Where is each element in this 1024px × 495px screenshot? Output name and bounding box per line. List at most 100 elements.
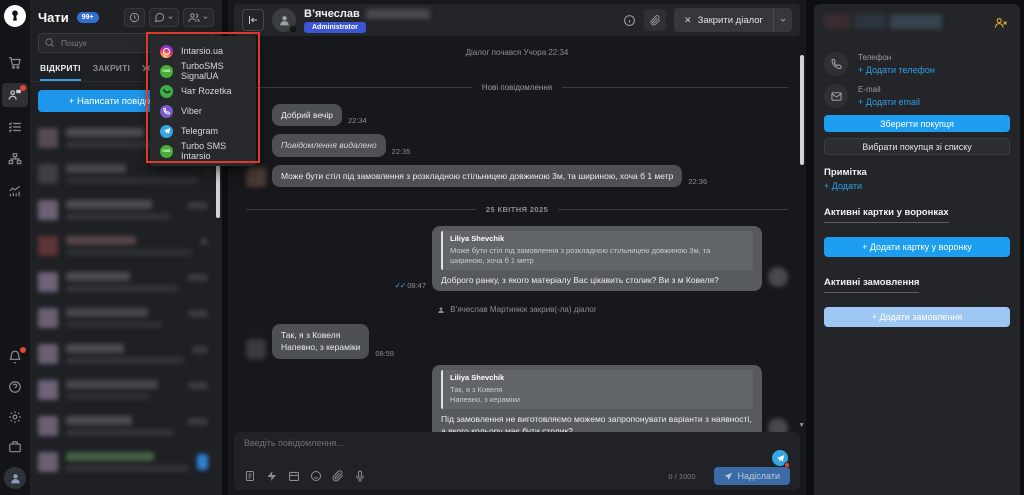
voice-icon[interactable]: [354, 470, 366, 482]
template-icon[interactable]: [244, 470, 256, 482]
telegram-icon[interactable]: [772, 450, 788, 466]
customer-card: Телефон + Додати телефон E-mail + Додати…: [814, 4, 1020, 495]
funnels-icon[interactable]: [2, 147, 28, 171]
chat-row[interactable]: [30, 264, 222, 300]
contact-avatar: [272, 8, 296, 32]
agent-avatar-blurred: [768, 267, 788, 287]
tab-open[interactable]: ВІДКРИТІ: [40, 63, 81, 81]
message-incoming: Так, я з Ковеля Напевно, з кераміки 08:5…: [246, 324, 788, 359]
collapse-sidebar-button[interactable]: [242, 9, 264, 31]
mail-icon: [824, 84, 848, 108]
chats-unread-dot: [20, 85, 26, 91]
users-icon: [188, 12, 200, 24]
help-icon[interactable]: [2, 375, 28, 399]
calendar-icon[interactable]: [288, 470, 300, 482]
add-funnel-card-button[interactable]: + Додати картку у воронку: [824, 237, 1010, 257]
channel-option[interactable]: Intarsio.ua: [150, 41, 256, 61]
channel-option[interactable]: SMS Turbo SMS Intarsio: [150, 141, 256, 161]
close-dialog-more-button[interactable]: [774, 8, 792, 32]
keycrm-app: Чати 99+ ВІДКРИТІ ЗАКРИТІ УСІ: [0, 0, 1024, 495]
add-phone-link[interactable]: + Додати телефон: [858, 65, 935, 75]
close-dialog-button-group: ✕ Закрити діалог: [674, 8, 792, 32]
profile-avatar[interactable]: [4, 467, 26, 489]
agent-avatar-blurred: [768, 418, 788, 432]
message-incoming: Добрий вечір 22:34: [246, 104, 788, 126]
close-dialog-button[interactable]: ✕ Закрити діалог: [674, 8, 773, 32]
message-incoming: Може бути стіл під замовлення з розкладн…: [246, 165, 788, 187]
message-composer: 0 / 1000 Надіслати: [234, 432, 800, 490]
dialog-closed-event: В’ячеслав Мартинюк закрив(-ла) діалог: [246, 305, 788, 314]
date-divider: 25 КВІТНЯ 2025: [246, 205, 788, 214]
message-time: 08:59: [375, 349, 394, 358]
telegram-channel-icon: [160, 125, 173, 138]
channel-sub-badge: [289, 25, 298, 34]
message-incoming: Повідомлення видалено 22:35: [246, 134, 788, 156]
message-bubble: Так, я з Ковеля Напевно, з кераміки: [272, 324, 369, 359]
chevron-down-icon: [779, 16, 787, 24]
chat-row[interactable]: [30, 300, 222, 336]
add-note-link[interactable]: + Додати: [824, 181, 1010, 191]
attach-icon[interactable]: [332, 470, 344, 482]
message-time: 22:34: [348, 116, 367, 125]
channel-option[interactable]: Viber: [150, 101, 256, 121]
assignee-filter-button[interactable]: [183, 8, 214, 27]
tasks-icon[interactable]: [2, 115, 28, 139]
chat-list-header: Чати 99+: [30, 0, 222, 33]
dialog-started-note: Діалог почався Учора 22:34: [246, 48, 788, 57]
message-bubble: Може бути стіл під замовлення з розкладн…: [272, 165, 682, 187]
chat-row[interactable]: [30, 336, 222, 372]
message-time: 22:35: [392, 147, 411, 156]
channel-option[interactable]: Чат Rozetka: [150, 81, 256, 101]
chat-row[interactable]: [30, 192, 222, 228]
quick-reply-icon[interactable]: [266, 470, 278, 482]
choose-customer-button[interactable]: Вибрати покупця зі списку: [824, 138, 1010, 155]
history-filter-button[interactable]: [124, 8, 145, 27]
unread-count-badge: 99+: [77, 12, 99, 23]
products-icon[interactable]: [2, 435, 28, 459]
channel-dropdown: Intarsio.ua SMS TurboSMS SignalUA Чат Ro…: [150, 36, 256, 166]
messages-scrollbar[interactable]: [800, 55, 804, 165]
save-customer-button[interactable]: Зберегти покупця: [824, 115, 1010, 132]
scroll-down-icon[interactable]: ▼: [798, 422, 805, 429]
chat-row[interactable]: [30, 228, 222, 264]
keycrm-logo[interactable]: [4, 5, 26, 27]
search-icon: [44, 37, 55, 48]
send-button[interactable]: Надіслати: [714, 467, 790, 485]
info-icon[interactable]: [623, 14, 636, 27]
read-checks-icon: ✓✓: [395, 281, 406, 290]
add-order-button[interactable]: + Додати замовлення: [824, 307, 1010, 327]
sms-channel-icon: SMS: [160, 145, 173, 158]
paperclip-icon: [650, 15, 661, 26]
settings-icon[interactable]: [2, 405, 28, 429]
cart-icon[interactable]: [2, 51, 28, 75]
chats-icon[interactable]: [2, 83, 28, 107]
customer-identity-redacted: [824, 14, 1010, 44]
chat-row[interactable]: [30, 408, 222, 444]
new-messages-divider: Нові повідомлення: [246, 83, 788, 92]
chevron-down-icon: [167, 14, 174, 21]
message-time: 22:36: [688, 177, 707, 186]
sms-channel-icon: SMS: [160, 65, 173, 78]
channel-option[interactable]: SMS TurboSMS SignalUA: [150, 61, 256, 81]
note-label: Примітка: [824, 167, 1010, 178]
quoted-message[interactable]: Liliya Shevchik Може бути стіл під замов…: [441, 231, 753, 270]
channel-option[interactable]: Telegram: [150, 121, 256, 141]
contact-avatar-blurred: [246, 167, 266, 187]
channel-filter-button[interactable]: [149, 8, 179, 27]
analytics-icon[interactable]: [2, 179, 28, 203]
deleted-message-bubble: Повідомлення видалено: [272, 134, 386, 156]
message-input[interactable]: [244, 438, 708, 460]
emoji-icon[interactable]: [310, 470, 322, 482]
viber-channel-icon: [160, 105, 173, 118]
chat-row[interactable]: [30, 444, 222, 480]
quoted-message[interactable]: Liliya Shevchik Так, я з Ковеля Напевно,…: [441, 370, 753, 409]
bell-icon[interactable]: [2, 345, 28, 369]
tab-closed[interactable]: ЗАКРИТІ: [93, 63, 130, 81]
add-email-link[interactable]: + Додати email: [858, 97, 920, 107]
remove-customer-icon[interactable]: [994, 16, 1008, 30]
email-field: E-mail + Додати email: [824, 84, 1010, 108]
chat-row[interactable]: [30, 372, 222, 408]
funnel-cards-heading: Активні картки у воронках: [824, 207, 949, 223]
history-icon: [129, 12, 140, 23]
attachments-button[interactable]: [644, 9, 666, 31]
